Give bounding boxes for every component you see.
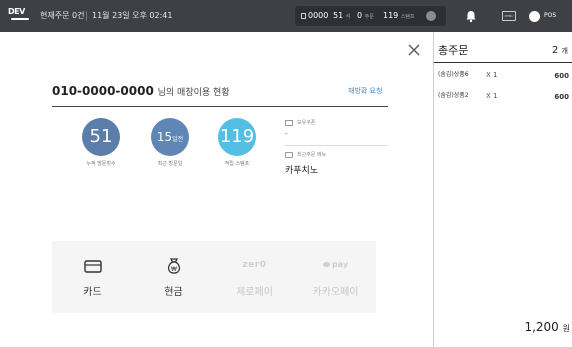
visit-count-label: 누적 방문횟수 — [86, 161, 116, 167]
table-icon — [301, 13, 306, 19]
bell-icon[interactable] — [464, 9, 478, 23]
coupon-label: 보유쿠폰 — [297, 120, 316, 126]
order-total: 1,200 원 — [524, 320, 570, 334]
order-panel-divider — [434, 62, 572, 63]
card-icon — [84, 260, 102, 273]
topbar-separator — [86, 11, 87, 21]
order-item-qty: X 1 — [486, 71, 498, 79]
order-item-price: 600 — [554, 72, 569, 80]
stats-toggle-icon[interactable] — [426, 11, 436, 21]
revisit-request-link[interactable]: 재방확 요청 — [348, 86, 382, 96]
menu-display-icon[interactable]: MENU — [502, 11, 516, 21]
seats-stat: 51 석 — [333, 11, 351, 20]
close-icon[interactable] — [407, 43, 421, 57]
pay-kakaopay-button[interactable]: pay 카카오페이 — [295, 241, 376, 313]
pos-label[interactable]: POS — [544, 11, 556, 21]
order-item-count: 2 개 — [551, 45, 568, 56]
pay-zeropay-button[interactable]: zer0 제로페이 — [214, 241, 295, 313]
logo-text: DEV — [8, 7, 25, 16]
pay-cash-label: 현금 — [164, 287, 183, 298]
last-visit-label: 최근 방문일 — [157, 161, 183, 167]
datetime: 11월 23일 오후 02:41 — [92, 11, 173, 20]
stamps-stat: 119 스탬프 — [383, 11, 415, 20]
top-bar: DEV 현재주문 0건 11월 23일 오후 02:41 0000 51 석 0… — [0, 0, 572, 32]
orders-stat: 0 주문 — [357, 11, 374, 20]
logo-underline — [11, 18, 29, 20]
customer-phone: 010-0000-0000 — [52, 84, 154, 98]
kakaopay-logo: pay — [295, 260, 376, 270]
app-logo[interactable]: DEV — [8, 7, 34, 25]
kakao-bubble-icon — [322, 262, 330, 267]
cash-bag-icon: ₩ — [167, 258, 181, 274]
title-divider — [52, 106, 388, 107]
order-item-name: (숨김)상품2 — [438, 92, 469, 99]
coupon-value: - — [285, 130, 288, 138]
pay-card-label: 카드 — [83, 287, 102, 298]
order-item-price: 600 — [554, 93, 569, 101]
visit-count-circle: 51 — [82, 118, 120, 156]
coupon-icon — [285, 120, 293, 126]
zeropay-logo: zer0 — [242, 260, 267, 270]
title-suffix: 님의 매장이용 현황 — [157, 88, 230, 98]
pay-cash-button[interactable]: ₩ 현금 — [133, 241, 214, 313]
page-title: 010-0000-0000 님의 매장이용 현황 — [52, 84, 230, 100]
pay-kakaopay-label: 카카오페이 — [312, 287, 359, 298]
pay-zeropay-label: 제로페이 — [236, 287, 273, 298]
order-item-qty: X 1 — [486, 92, 498, 100]
current-order-status: 현재주문 0건 — [40, 11, 85, 20]
coupon-divider — [285, 145, 388, 146]
stamp-count-circle: 119 — [218, 118, 256, 156]
stamp-count-label: 적립 스탬프 — [224, 161, 250, 167]
recent-menu-icon — [285, 152, 293, 158]
pos-status-icon[interactable] — [529, 11, 540, 22]
tables-stat: 0000 — [301, 10, 328, 22]
recent-menu-value: 카푸치노 — [285, 166, 319, 176]
store-stats-bar: 0000 51 석 0 주문 119 스탬프 — [295, 6, 446, 26]
svg-text:₩: ₩ — [171, 266, 177, 273]
order-panel-title: 총주문 — [438, 44, 469, 57]
order-item-name: (숨김)상품6 — [438, 71, 469, 78]
recent-menu-label: 최근주문 메뉴 — [297, 152, 327, 158]
pay-card-button[interactable]: 카드 — [52, 241, 133, 313]
panel-divider — [433, 32, 434, 347]
last-visit-circle: 15일전 — [151, 118, 189, 156]
